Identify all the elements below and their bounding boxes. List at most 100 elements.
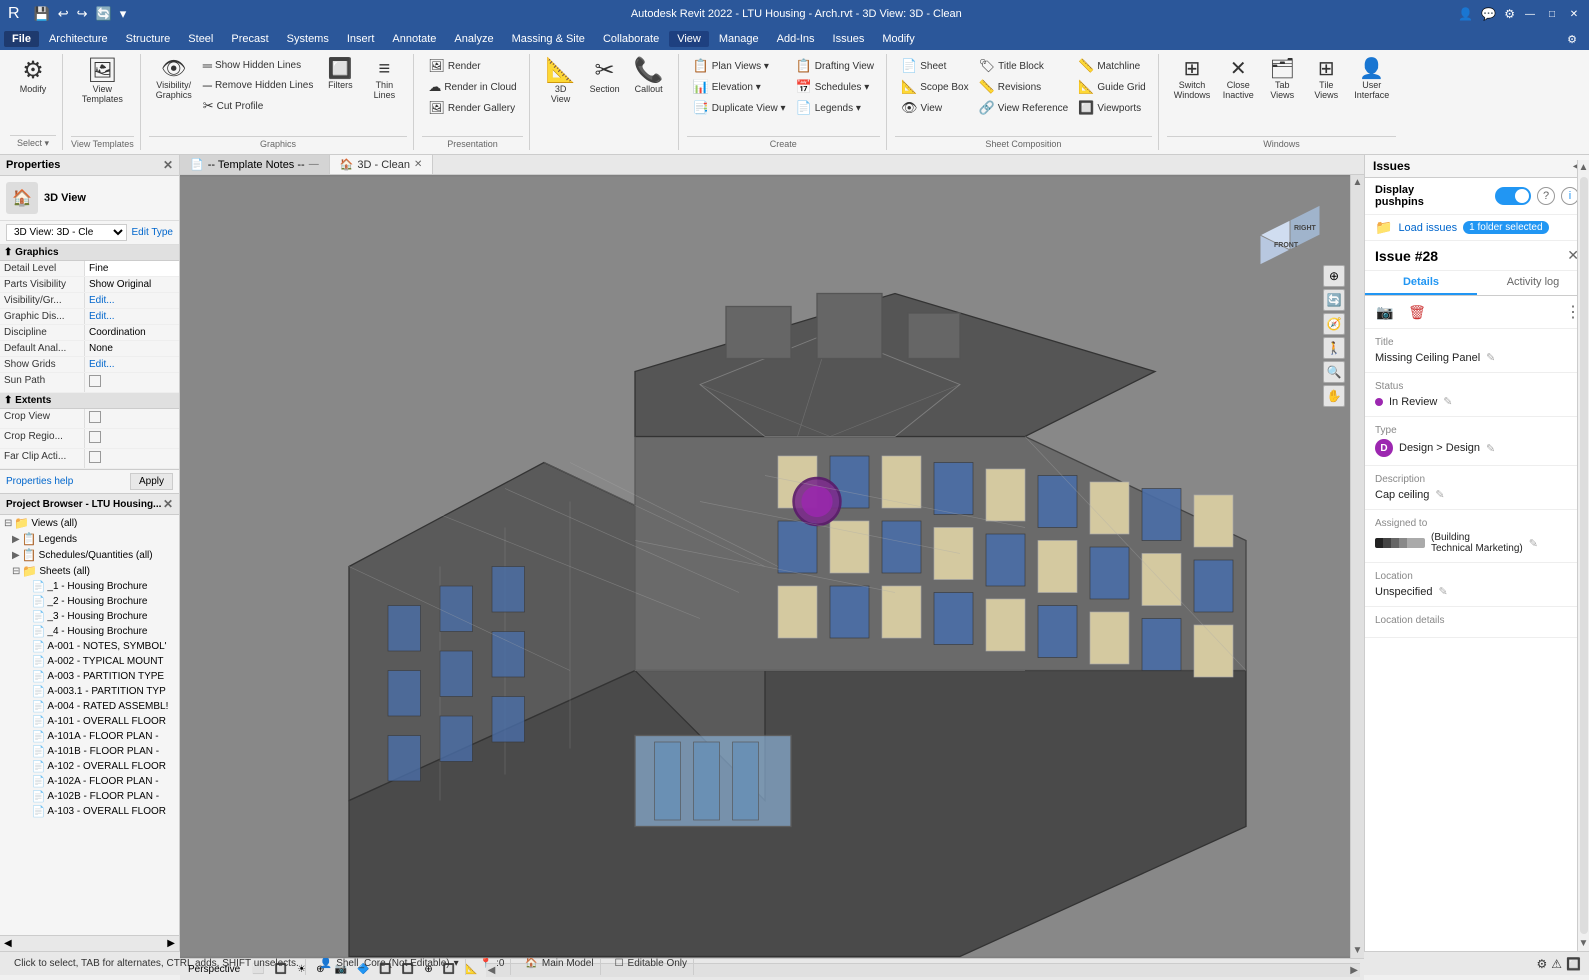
dropdown-arrow[interactable]: ▾ — [118, 5, 129, 23]
legends-button[interactable]: 📄 Legends ▾ — [792, 98, 878, 118]
menu-manage[interactable]: Manage — [711, 31, 767, 47]
display-pushpins-toggle[interactable] — [1495, 187, 1531, 205]
browser-item-a103[interactable]: ▶ 📄 A-103 - OVERALL FLOOR — [0, 804, 179, 819]
browser-item-a003[interactable]: ▶ 📄 A-003 - PARTITION TYPE — [0, 669, 179, 684]
sun-path-checkbox[interactable] — [89, 375, 101, 387]
help-icon[interactable]: ? — [1537, 187, 1555, 205]
issues-scroll-up[interactable]: ▲ — [1577, 160, 1589, 175]
browser-item-a101a[interactable]: ▶ 📄 A-101A - FLOOR PLAN - — [0, 729, 179, 744]
modify-button[interactable]: ⚙ Modify — [12, 56, 54, 97]
status-edit-icon[interactable]: ✎ — [1443, 395, 1452, 408]
drafting-view-button[interactable]: 📋 Drafting View — [792, 56, 878, 76]
render-gallery-button[interactable]: 🖼 Render Gallery — [424, 98, 520, 118]
browser-close-button[interactable]: ✕ — [163, 497, 173, 511]
menu-modify[interactable]: Modify — [874, 31, 922, 47]
scroll-down-arrow[interactable]: ▼ — [1351, 943, 1364, 958]
issue-tab-details[interactable]: Details — [1365, 271, 1477, 295]
matchline-button[interactable]: 📏 Matchline — [1074, 56, 1150, 76]
show-hidden-lines-button[interactable]: ═ Show Hidden Lines — [199, 56, 318, 75]
callout-button[interactable]: 📞 Callout — [628, 56, 670, 97]
properties-close-button[interactable]: ✕ — [163, 158, 173, 172]
menu-contextual[interactable]: ⚙ — [1559, 31, 1585, 48]
browser-item-views-all[interactable]: ⊟ 📁 Views (all) — [0, 515, 179, 531]
delete-action-button[interactable]: 🗑 — [1405, 300, 1429, 324]
browser-item-legends[interactable]: ▶ 📋 Legends — [0, 531, 179, 547]
cut-profile-button[interactable]: ✂ Cut Profile — [199, 96, 318, 116]
menu-structure[interactable]: Structure — [118, 31, 179, 47]
close-button[interactable]: ✕ — [1567, 7, 1581, 21]
menu-annotate[interactable]: Annotate — [384, 31, 444, 47]
browser-item-a102[interactable]: ▶ 📄 A-102 - OVERALL FLOOR — [0, 759, 179, 774]
elevation-button[interactable]: 📊 Elevation ▾ — [689, 77, 790, 97]
nav-wheel-button[interactable]: 🧭 — [1323, 313, 1345, 335]
browser-item-a002[interactable]: ▶ 📄 A-002 - TYPICAL MOUNT — [0, 654, 179, 669]
3d-view-button[interactable]: 📐 3DView — [540, 56, 582, 107]
menu-issues[interactable]: Issues — [825, 31, 873, 47]
browser-item-sheet-4[interactable]: ▶ 📄 _4 - Housing Brochure — [0, 624, 179, 639]
duplicate-view-button[interactable]: 📑 Duplicate View ▾ — [689, 98, 790, 118]
save-button[interactable]: 💾 — [32, 5, 52, 23]
issues-scroll-down[interactable]: ▼ — [1577, 936, 1589, 951]
tab-views-button[interactable]: 🗂 TabViews — [1261, 56, 1303, 103]
menu-addins[interactable]: Add-Ins — [769, 31, 823, 47]
crop-view-checkbox[interactable] — [89, 411, 101, 423]
browser-item-a004[interactable]: ▶ 📄 A-004 - RATED ASSEMBL! — [0, 699, 179, 714]
visibility-graphics-button[interactable]: 👁 Visibility/Graphics — [151, 56, 197, 103]
description-edit-icon[interactable]: ✎ — [1435, 488, 1444, 501]
status-settings-icon[interactable]: ⚙ — [1537, 957, 1548, 971]
tile-views-button[interactable]: ⊞ TileViews — [1305, 56, 1347, 103]
far-clip-checkbox[interactable] — [89, 451, 101, 463]
extents-section-header[interactable]: ⬆ Extents — [0, 393, 179, 409]
render-cloud-button[interactable]: ☁ Render in Cloud — [424, 77, 520, 97]
menu-file[interactable]: File — [4, 31, 39, 47]
browser-item-a001[interactable]: ▶ 📄 A-001 - NOTES, SYMBOL' — [0, 639, 179, 654]
viewport-vertical-scrollbar[interactable]: ▲ ▼ — [1350, 175, 1364, 958]
view-cube[interactable]: FRONT RIGHT — [1250, 185, 1330, 265]
menu-view[interactable]: View — [669, 31, 709, 47]
schedules-button[interactable]: 📅 Schedules ▾ — [792, 77, 878, 97]
scope-box-button[interactable]: 📐 Scope Box — [897, 77, 973, 97]
type-edit-icon[interactable]: ✎ — [1486, 442, 1495, 455]
camera-action-button[interactable]: 📷 — [1373, 300, 1397, 324]
steering-wheel-button[interactable]: 🔄 — [1323, 289, 1345, 311]
menu-analyze[interactable]: Analyze — [446, 31, 501, 47]
menu-precast[interactable]: Precast — [223, 31, 276, 47]
menu-massing[interactable]: Massing & Site — [504, 31, 593, 47]
tab-3d-clean[interactable]: 🏠 3D - Clean ✕ — [330, 155, 434, 174]
viewport-canvas[interactable]: FRONT RIGHT ⊕ 🔄 🧭 🚶 🔍 ✋ — [180, 175, 1350, 958]
status-worksets-icon[interactable]: 🔲 — [1566, 957, 1581, 971]
tab-template-notes[interactable]: 📄 -- Template Notes -- — — [180, 155, 330, 174]
close-inactive-button[interactable]: ✕ CloseInactive — [1217, 56, 1259, 103]
properties-help-link[interactable]: Properties help — [6, 476, 73, 487]
browser-item-a003-1[interactable]: ▶ 📄 A-003.1 - PARTITION TYP — [0, 684, 179, 699]
title-block-button[interactable]: 🏷 Title Block — [975, 56, 1073, 76]
scroll-right-arrow[interactable]: ▶ — [1348, 963, 1360, 978]
issue-tab-activity[interactable]: Activity log — [1477, 271, 1589, 295]
browser-item-a102b[interactable]: ▶ 📄 A-102B - FLOOR PLAN - — [0, 789, 179, 804]
filters-button[interactable]: 🔲 Filters — [319, 56, 361, 93]
plan-views-button[interactable]: 📋 Plan Views ▾ — [689, 56, 790, 76]
menu-collaborate[interactable]: Collaborate — [595, 31, 667, 47]
editable-checkbox[interactable]: ☐ — [615, 958, 624, 969]
menu-steel[interactable]: Steel — [180, 31, 221, 47]
render-button[interactable]: 🖼 Render — [424, 56, 520, 76]
edit-type-button[interactable]: Edit Type — [131, 227, 173, 238]
browser-item-sheet-1[interactable]: ▶ 📄 _1 - Housing Brochure — [0, 579, 179, 594]
zoom-fit-button[interactable]: ⊕ — [1323, 265, 1345, 287]
status-warnings-icon[interactable]: ⚠ — [1551, 957, 1562, 971]
browser-item-sheet-3[interactable]: ▶ 📄 _3 - Housing Brochure — [0, 609, 179, 624]
apply-button[interactable]: Apply — [130, 473, 173, 490]
browser-item-a102a[interactable]: ▶ 📄 A-102A - FLOOR PLAN - — [0, 774, 179, 789]
view-reference-button[interactable]: 🔗 View Reference — [975, 98, 1073, 118]
section-button[interactable]: ✂ Section — [584, 56, 626, 97]
maximize-button[interactable]: □ — [1545, 7, 1559, 21]
viewports-button[interactable]: 🔲 Viewports — [1074, 98, 1150, 118]
view-button[interactable]: 👁 View — [897, 98, 973, 118]
undo-button[interactable]: ↩ — [56, 5, 71, 23]
browser-scroll-left[interactable]: ◀ — [4, 938, 12, 949]
browser-scroll-right[interactable]: ▶ — [167, 938, 175, 949]
guide-grid-button[interactable]: 📐 Guide Grid — [1074, 77, 1150, 97]
scroll-up-arrow[interactable]: ▲ — [1351, 175, 1364, 190]
browser-item-sheets[interactable]: ⊟ 📁 Sheets (all) — [0, 563, 179, 579]
menu-insert[interactable]: Insert — [339, 31, 383, 47]
